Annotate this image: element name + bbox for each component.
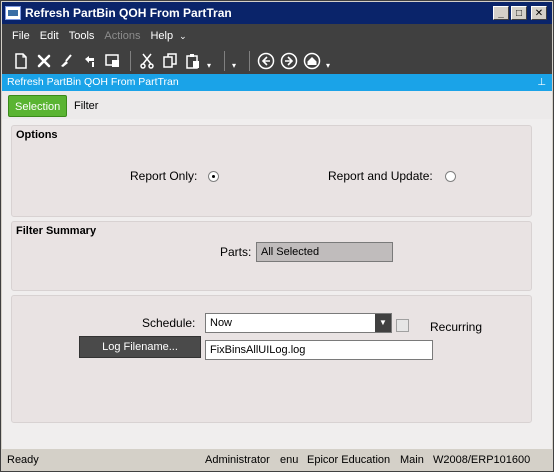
menu-toolbar-area: File Edit Tools Actions Help ⌄ ▾ ▾ ▾ [2,24,552,74]
filter-summary-title: Filter Summary [16,225,97,237]
pin-icon[interactable]: ⊥ [537,74,546,91]
toolbar-separator [130,51,131,71]
delete-icon[interactable] [33,50,55,72]
status-language: enu [280,454,299,466]
report-only-label: Report Only: [130,169,198,183]
forward-icon[interactable] [278,50,300,72]
log-filename-input[interactable]: FixBinsAllUILog.log [205,340,433,360]
menu-edit[interactable]: Edit [40,30,59,42]
copy-icon[interactable] [159,50,181,72]
filter-summary-panel: Filter Summary Parts: All Selected [11,221,532,291]
form-caption-title: Refresh PartBin QOH From PartTran [7,76,179,88]
tab-strip: Selection Filter [2,91,552,119]
menu-actions[interactable]: Actions [104,30,140,42]
schedule-panel: Schedule: Now ▼ Recurring Log Filename..… [11,295,532,423]
app-icon [5,6,21,20]
clipboard-dropdown-icon[interactable]: ▾ [207,61,211,70]
home-icon[interactable] [301,50,323,72]
tab-filter[interactable]: Filter [68,95,104,117]
options-panel: Options Report Only: Report and Update: [11,125,532,217]
report-and-update-label: Report and Update: [328,169,433,183]
title-bar: Refresh PartBin QOH From PartTran _ □ ✕ [2,2,552,24]
log-filename-button[interactable]: Log Filename... [79,336,201,358]
toolbar-dropdown-icon[interactable]: ▾ [232,61,236,70]
cut-icon[interactable] [136,50,158,72]
schedule-value: Now [210,317,233,329]
recurring-checkbox[interactable] [396,319,409,332]
selection-content: Options Report Only: Report and Update: … [2,119,552,449]
form-caption: Refresh PartBin QOH From PartTran ⊥ [2,74,552,91]
paste-icon[interactable] [182,50,204,72]
status-company: Epicor Education [307,454,391,466]
back-icon[interactable] [255,50,277,72]
new-icon[interactable] [10,50,32,72]
parts-label: Parts: [220,245,252,259]
schedule-combo[interactable]: Now ▼ [205,313,392,333]
recurring-label: Recurring [430,320,483,334]
maximize-button[interactable]: □ [511,6,527,20]
status-ready: Ready [7,454,39,466]
close-button[interactable]: ✕ [531,6,547,20]
toolbar-separator [249,51,251,71]
report-only-radio[interactable] [208,171,219,182]
options-title: Options [16,129,58,141]
tab-selection[interactable]: Selection [8,95,68,117]
menu-file[interactable]: File [12,30,30,42]
window-title: Refresh PartBin QOH From PartTran [25,6,232,20]
navigation-dropdown-icon[interactable]: ▾ [326,61,330,70]
print-preview-icon[interactable] [102,50,124,72]
app-window: Refresh PartBin QOH From PartTran _ □ ✕ … [0,0,554,472]
menu-help[interactable]: Help [150,30,173,42]
status-user: Administrator [205,454,270,466]
status-server: W2008/ERP101600 [433,454,531,466]
menu-overflow-icon[interactable]: ⌄ [179,31,187,42]
minimize-button[interactable]: _ [493,6,509,20]
status-bar: Ready Administrator enu Epicor Education… [2,449,552,471]
status-site: Main [400,454,424,466]
schedule-label: Schedule: [142,316,196,330]
chevron-down-icon[interactable]: ▼ [375,314,391,332]
menu-tools[interactable]: Tools [69,30,95,42]
parts-field: All Selected [256,242,393,262]
toolbar: ▾ ▾ ▾ [2,48,552,74]
refresh-icon[interactable] [79,50,101,72]
toolbar-separator [224,51,226,71]
menu-bar: File Edit Tools Actions Help ⌄ [2,24,552,48]
clear-icon[interactable] [56,50,78,72]
report-and-update-radio[interactable] [445,171,456,182]
